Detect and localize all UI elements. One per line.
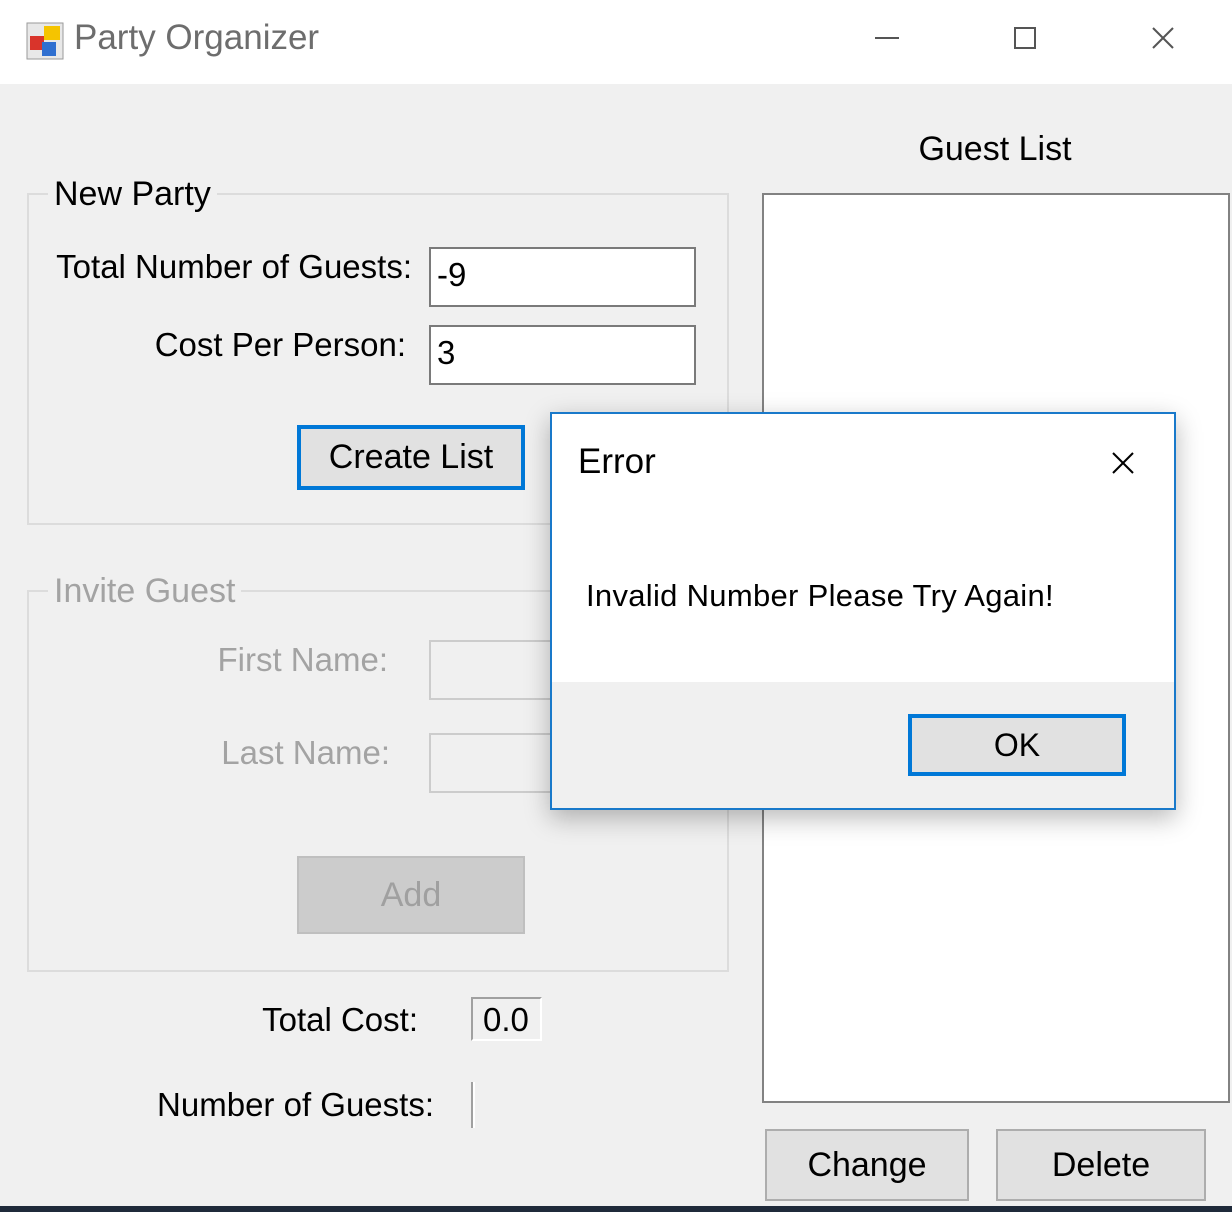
ok-button[interactable]: OK [908,714,1126,776]
total-cost-value: 0.0 [471,997,542,1041]
error-dialog: Error Invalid Number Please Try Again! O… [550,412,1176,810]
dialog-close-button[interactable] [1100,440,1146,486]
total-guests-label: Total Number of Guests: [56,248,412,285]
create-list-button[interactable]: Create List [297,425,525,490]
add-guest-button[interactable]: Add [297,856,525,934]
total-cost-label: Total Cost: [262,1001,418,1038]
maximize-icon [1014,27,1036,49]
close-button[interactable] [1118,10,1208,66]
first-name-label: First Name: [217,641,388,678]
app-icon [26,22,64,60]
minimize-icon [875,37,899,39]
guest-list-title: Guest List [918,130,1072,168]
dialog-message: Invalid Number Please Try Again! [586,578,1054,613]
maximize-button[interactable] [980,10,1070,66]
taskbar-edge [0,1206,1232,1212]
last-name-label: Last Name: [221,734,390,771]
number-of-guests-value [471,1082,475,1128]
close-icon [1112,452,1134,474]
delete-button[interactable]: Delete [996,1129,1206,1201]
minimize-button[interactable] [842,10,932,66]
total-guests-input[interactable]: -9 [429,247,696,307]
change-button[interactable]: Change [765,1129,969,1201]
close-icon [1152,27,1174,49]
cost-per-person-label: Cost Per Person: [154,326,406,363]
cost-per-person-input[interactable]: 3 [429,325,696,385]
window-title: Party Organizer [74,18,320,57]
number-of-guests-label: Number of Guests: [157,1086,434,1123]
invite-guest-legend: Invite Guest [48,572,242,611]
dialog-title: Error [578,442,656,481]
title-bar: Party Organizer [0,0,1232,84]
new-party-legend: New Party [48,175,217,214]
